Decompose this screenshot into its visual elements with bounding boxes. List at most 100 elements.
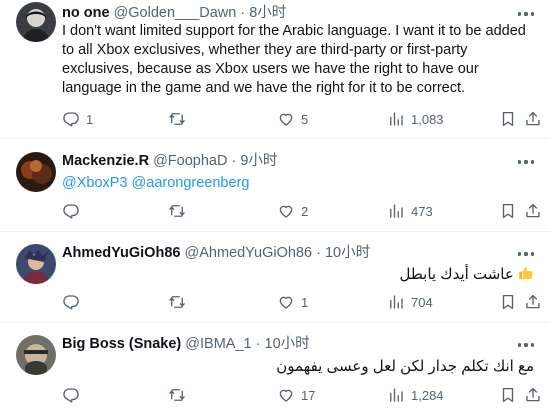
reply-icon bbox=[62, 110, 80, 128]
like-count: 5 bbox=[301, 111, 309, 127]
views-button[interactable]: 1,083 bbox=[387, 109, 444, 129]
retweet-icon bbox=[168, 202, 186, 220]
retweet-icon bbox=[168, 386, 186, 404]
avatar[interactable] bbox=[16, 2, 56, 42]
more-icon[interactable] bbox=[516, 338, 536, 352]
more-icon[interactable] bbox=[516, 247, 536, 261]
display-name[interactable]: no one bbox=[62, 5, 110, 21]
bookmark-button[interactable] bbox=[499, 109, 517, 129]
mention-link[interactable]: @aarongreenberg bbox=[132, 175, 250, 191]
views-icon bbox=[387, 293, 405, 311]
separator: · bbox=[231, 153, 237, 169]
bookmark-icon bbox=[499, 386, 517, 404]
retweet-icon bbox=[168, 293, 186, 311]
separator: · bbox=[255, 336, 261, 352]
like-button[interactable]: 2 bbox=[277, 201, 308, 221]
mention-link[interactable]: @XboxP3 bbox=[62, 175, 128, 191]
more-icon[interactable] bbox=[516, 7, 536, 21]
heart-icon bbox=[277, 110, 295, 128]
tweet-text-content: عاشت أيدك يابطل bbox=[399, 266, 514, 283]
timestamp[interactable]: 8小时 bbox=[249, 5, 286, 21]
reply-count: 1 bbox=[86, 111, 94, 127]
user-handle[interactable]: @AhmedYuGiOh86 bbox=[184, 245, 312, 261]
timestamp[interactable]: 9小时 bbox=[240, 153, 277, 169]
view-count: 704 bbox=[411, 294, 433, 310]
share-button[interactable] bbox=[524, 109, 542, 129]
retweet-button[interactable] bbox=[168, 385, 186, 405]
share-button[interactable] bbox=[524, 385, 542, 405]
action-bar: 1 5 1,083 bbox=[62, 109, 536, 129]
separator: · bbox=[240, 5, 246, 21]
tweet-header: no one @Golden___Dawn · 8小时 bbox=[62, 4, 286, 22]
more-icon[interactable] bbox=[516, 155, 536, 169]
reply-icon bbox=[62, 293, 80, 311]
retweet-button[interactable] bbox=[168, 292, 186, 312]
bookmark-button[interactable] bbox=[499, 385, 517, 405]
bookmark-icon bbox=[499, 202, 517, 220]
share-button[interactable] bbox=[524, 201, 542, 221]
views-button[interactable]: 1,284 bbox=[387, 385, 444, 405]
reply-icon bbox=[62, 202, 80, 220]
retweet-button[interactable] bbox=[168, 201, 186, 221]
share-icon bbox=[524, 386, 542, 404]
share-button[interactable] bbox=[524, 292, 542, 312]
tweet-header: AhmedYuGiOh86 @AhmedYuGiOh86 · 10小时 bbox=[62, 244, 370, 262]
avatar-image bbox=[16, 335, 56, 375]
user-handle[interactable]: @Golden___Dawn bbox=[114, 5, 237, 21]
like-button[interactable]: 5 bbox=[277, 109, 308, 129]
views-icon bbox=[387, 202, 405, 220]
action-bar: 2 473 bbox=[62, 201, 536, 221]
action-bar: 17 1,284 bbox=[62, 385, 536, 405]
display-name[interactable]: AhmedYuGiOh86 bbox=[62, 245, 180, 261]
tweet[interactable]: Big Boss (Snake) @IBMA_1 · 10小时 مع انك ت… bbox=[0, 324, 550, 418]
user-handle[interactable]: @IBMA_1 bbox=[185, 336, 251, 352]
avatar-image bbox=[16, 152, 56, 192]
share-icon bbox=[524, 202, 542, 220]
share-icon bbox=[524, 110, 542, 128]
like-button[interactable]: 17 bbox=[277, 385, 315, 405]
reply-button[interactable] bbox=[62, 292, 80, 312]
reply-button[interactable] bbox=[62, 201, 80, 221]
views-button[interactable]: 704 bbox=[387, 292, 433, 312]
separator: · bbox=[316, 245, 321, 261]
bookmark-icon bbox=[499, 110, 517, 128]
like-button[interactable]: 1 bbox=[277, 292, 308, 312]
avatar[interactable] bbox=[16, 244, 56, 284]
bookmark-button[interactable] bbox=[499, 292, 517, 312]
bookmark-button[interactable] bbox=[499, 201, 517, 221]
avatar-image bbox=[16, 2, 56, 42]
avatar[interactable] bbox=[16, 335, 56, 375]
tweet[interactable]: no one @Golden___Dawn · 8小时 I don't want… bbox=[0, 0, 550, 139]
view-count: 1,284 bbox=[411, 387, 444, 403]
timestamp[interactable]: 10小时 bbox=[325, 245, 370, 261]
heart-icon bbox=[277, 202, 295, 220]
reply-button[interactable]: 1 bbox=[62, 109, 93, 129]
retweet-icon bbox=[168, 110, 186, 128]
tweet-text: عاشت أيدك يابطل bbox=[62, 265, 534, 286]
timestamp[interactable]: 10小时 bbox=[265, 336, 310, 352]
tweet-header: Big Boss (Snake) @IBMA_1 · 10小时 bbox=[62, 335, 310, 353]
reply-icon bbox=[62, 386, 80, 404]
view-count: 473 bbox=[411, 203, 433, 219]
tweet-header: Mackenzie.R @FoophaD · 9小时 bbox=[62, 152, 277, 170]
retweet-button[interactable] bbox=[168, 109, 186, 129]
like-count: 1 bbox=[301, 294, 309, 310]
tweet-text: مع انك تكلم جدار لكن لعل وعسى يفهمون bbox=[276, 358, 534, 375]
tweet[interactable]: AhmedYuGiOh86 @AhmedYuGiOh86 · 10小时 عاشت… bbox=[0, 233, 550, 323]
share-icon bbox=[524, 293, 542, 311]
tweet[interactable]: Mackenzie.R @FoophaD · 9小时 @XboxP3 @aaro… bbox=[0, 140, 550, 232]
display-name[interactable]: Mackenzie.R bbox=[62, 153, 149, 169]
views-button[interactable]: 473 bbox=[387, 201, 433, 221]
views-icon bbox=[387, 386, 405, 404]
like-count: 17 bbox=[301, 387, 316, 403]
tweet-text: @XboxP3 @aarongreenberg bbox=[62, 174, 536, 193]
heart-icon bbox=[277, 386, 295, 404]
thumbs-up-icon bbox=[518, 265, 534, 286]
bookmark-icon bbox=[499, 293, 517, 311]
views-icon bbox=[387, 110, 405, 128]
display-name[interactable]: Big Boss (Snake) bbox=[62, 336, 181, 352]
avatar-image bbox=[16, 244, 56, 284]
reply-button[interactable] bbox=[62, 385, 80, 405]
user-handle[interactable]: @FoophaD bbox=[153, 153, 227, 169]
avatar[interactable] bbox=[16, 152, 56, 192]
